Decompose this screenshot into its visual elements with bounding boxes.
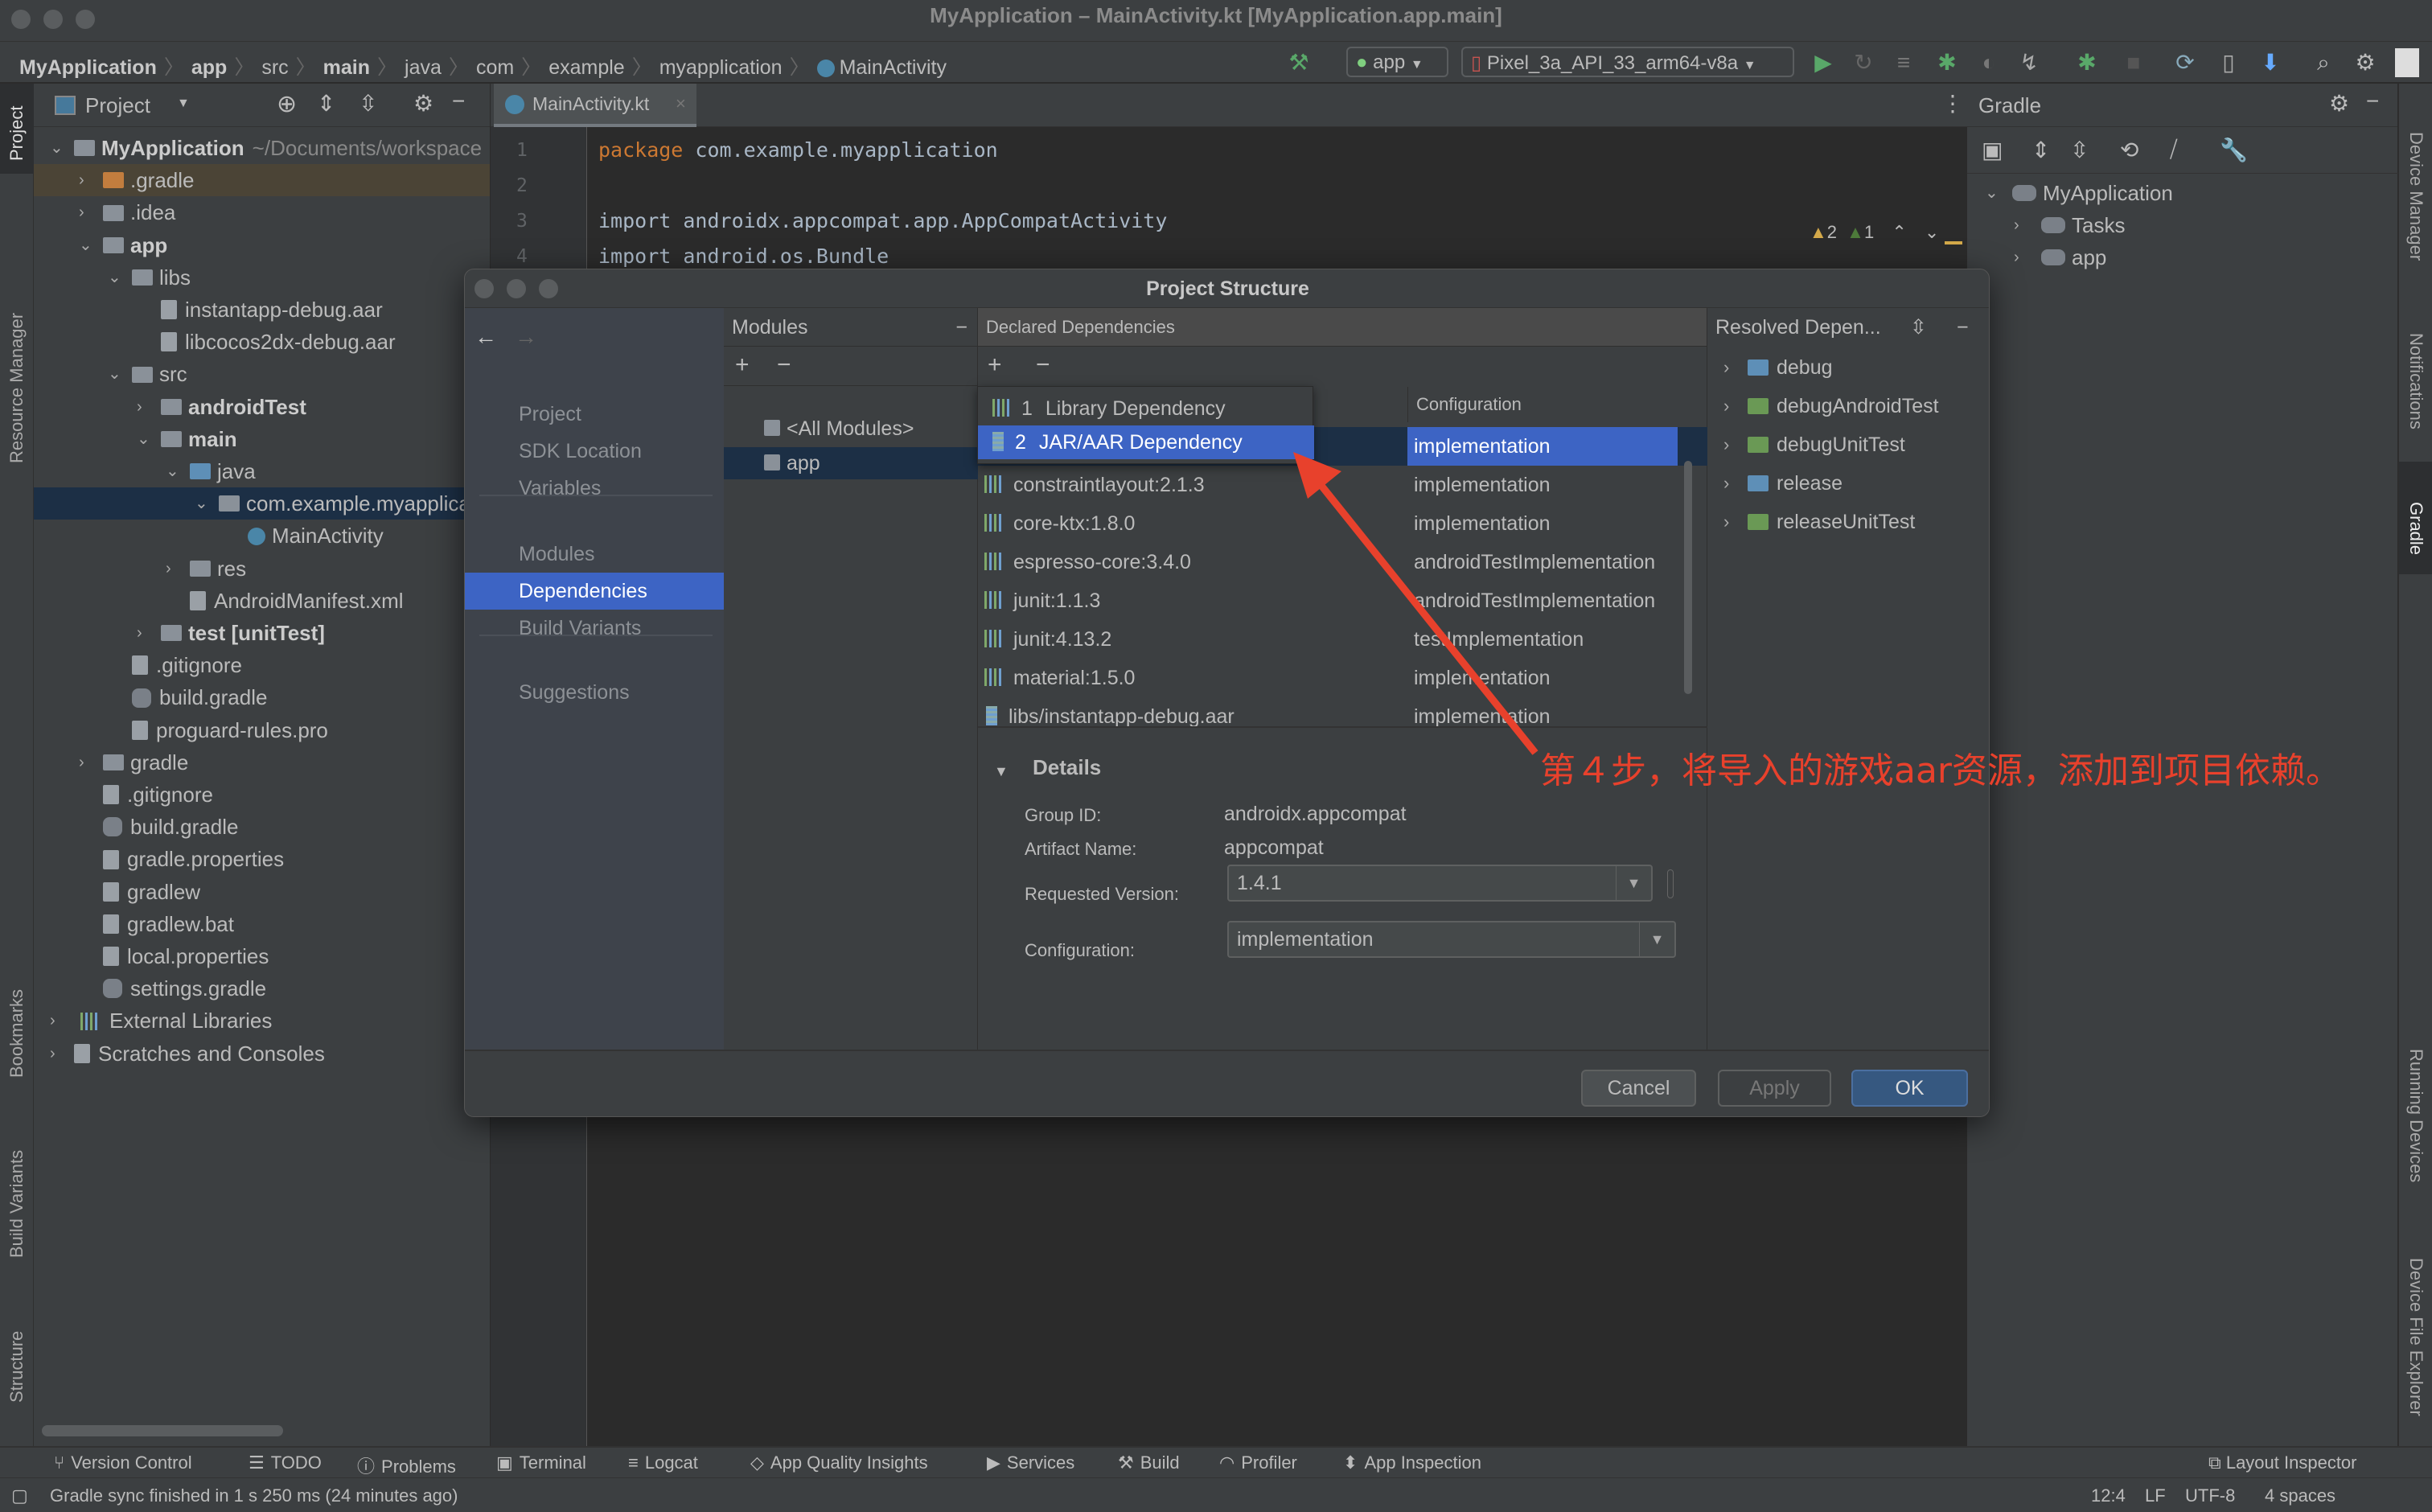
annotation-arrow-head [1293, 452, 1341, 499]
annotation-text: 第４步，将导入的游戏aar资源，添加到项目依赖。 [1540, 750, 2342, 791]
annotation-arrow-shaft [1316, 480, 1538, 755]
